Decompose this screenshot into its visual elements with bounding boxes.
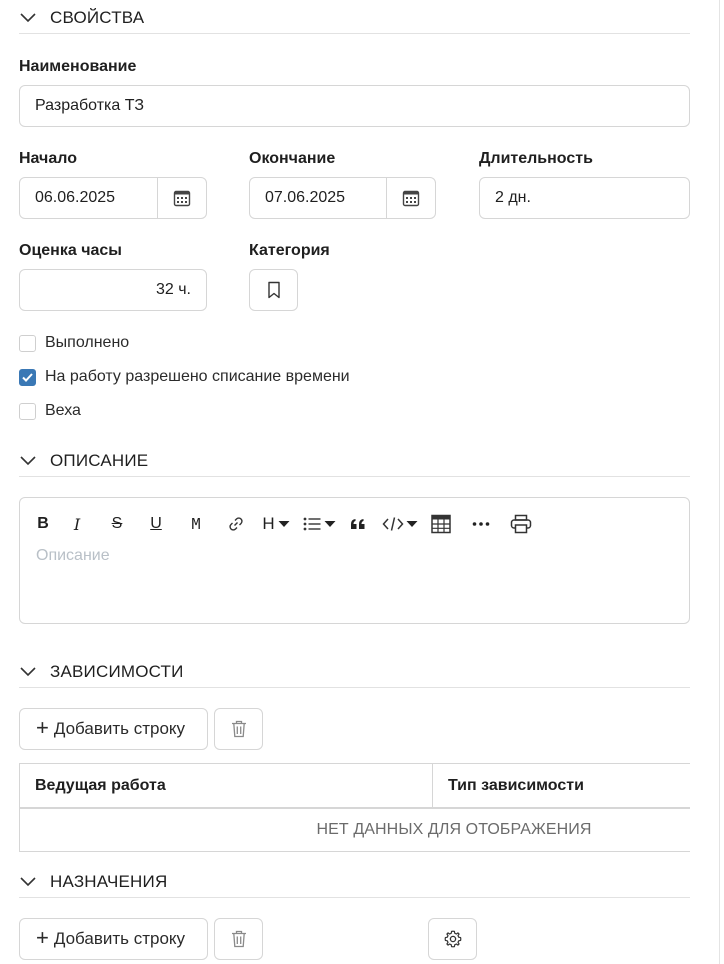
description-placeholder: Описание [36, 547, 110, 564]
duration-field[interactable]: 2 дн. [479, 177, 690, 219]
table-header: Ведущая работа Тип зависимости [20, 764, 690, 809]
list-icon [303, 517, 320, 531]
name-label: Наименование [19, 58, 137, 75]
calendar-icon[interactable] [386, 178, 435, 218]
add-row-button[interactable]: + Добавить строку [19, 918, 208, 960]
trash-icon [231, 720, 246, 738]
checkmark-icon [22, 372, 33, 382]
more-icon[interactable] [456, 510, 506, 538]
start-label: Начало [19, 150, 77, 167]
duration-label: Длительность [479, 150, 593, 167]
code-button[interactable] [374, 510, 426, 538]
start-date-value: 06.06.2025 [35, 189, 116, 206]
end-label: Окончание [249, 150, 336, 167]
empty-message: НЕТ ДАННЫХ ДЛЯ ОТОБРАЖЕНИЯ [316, 821, 592, 838]
section-description-header[interactable]: ОПИСАНИЕ [19, 445, 690, 477]
checkbox-label: На работу разрешено списание времени [45, 368, 350, 385]
dependencies-table: Ведущая работа Тип зависимости НЕТ ДАННЫ… [19, 763, 690, 852]
category-button[interactable] [249, 269, 298, 311]
estimate-label: Оценка часы [19, 242, 122, 259]
section-dependencies-header[interactable]: ЗАВИСИМОСТИ [19, 656, 690, 688]
end-date-field[interactable]: 07.06.2025 [249, 177, 436, 219]
category-label: Категория [249, 242, 330, 259]
checkbox-label: Веха [45, 402, 81, 419]
checkbox-done[interactable]: Выполнено [19, 334, 129, 352]
link-icon[interactable] [216, 510, 256, 538]
checkbox-box[interactable] [19, 402, 36, 420]
plus-icon: + [36, 714, 49, 740]
section-title: ЗАВИСИМОСТИ [50, 661, 184, 681]
name-value: Разработка ТЗ [35, 97, 144, 114]
checkbox-time-writeoff[interactable]: На работу разрешено списание времени [19, 368, 350, 386]
column-header[interactable]: Ведущая работа [20, 764, 433, 807]
checkbox-label: Выполнено [45, 334, 130, 351]
list-button[interactable] [296, 510, 342, 538]
estimate-field[interactable]: 32 ч. [19, 269, 207, 311]
add-row-label: Добавить строку [53, 929, 186, 948]
section-properties-header[interactable]: СВОЙСТВА [19, 2, 690, 34]
gear-icon [444, 930, 461, 948]
estimate-value: 32 ч. [155, 281, 191, 298]
chevron-down-icon[interactable] [19, 452, 37, 470]
caret-down-icon [406, 521, 418, 527]
table-icon[interactable] [426, 510, 456, 538]
monospace-button[interactable]: M [176, 510, 216, 538]
checkbox-milestone[interactable]: Веха [19, 402, 81, 420]
add-row-button[interactable]: + Добавить строку [19, 708, 208, 750]
strikethrough-button[interactable]: S [98, 510, 136, 538]
quote-icon[interactable] [342, 510, 374, 538]
delete-row-button[interactable] [214, 708, 263, 750]
column-header[interactable]: Тип зависимости [433, 764, 584, 807]
scrollbar-track[interactable] [719, 0, 720, 964]
caret-down-icon [324, 521, 335, 527]
duration-value: 2 дн. [495, 189, 531, 206]
print-icon[interactable] [506, 510, 536, 538]
italic-button[interactable]: I [56, 510, 98, 538]
heading-button[interactable]: H [256, 510, 296, 538]
settings-button[interactable] [428, 918, 477, 960]
section-title: ОПИСАНИЕ [50, 450, 149, 470]
end-date-value: 07.06.2025 [265, 189, 346, 206]
chevron-down-icon[interactable] [19, 9, 37, 27]
delete-row-button[interactable] [214, 918, 263, 960]
plus-icon: + [36, 924, 49, 950]
bold-button[interactable]: B [30, 510, 56, 538]
underline-button[interactable]: U [136, 510, 176, 538]
calendar-icon[interactable] [157, 178, 206, 218]
section-title: НАЗНАЧЕНИЯ [50, 871, 168, 891]
code-icon [382, 517, 404, 531]
name-field[interactable]: Разработка ТЗ [19, 85, 690, 127]
section-assignments-header[interactable]: НАЗНАЧЕНИЯ [19, 866, 690, 898]
heading-glyph: H [262, 514, 275, 533]
bookmark-icon [267, 281, 280, 299]
add-row-label: Добавить строку [53, 719, 186, 738]
description-editor[interactable]: B I S U M H Описание [19, 497, 690, 624]
checkbox-box[interactable] [19, 334, 36, 352]
checkbox-box[interactable] [19, 368, 36, 386]
section-title: СВОЙСТВА [50, 7, 145, 27]
chevron-down-icon[interactable] [19, 873, 37, 891]
chevron-down-icon[interactable] [19, 663, 37, 681]
editor-toolbar: B I S U M H [30, 510, 536, 538]
start-date-field[interactable]: 06.06.2025 [19, 177, 207, 219]
trash-icon [231, 930, 246, 948]
caret-down-icon [278, 521, 290, 527]
